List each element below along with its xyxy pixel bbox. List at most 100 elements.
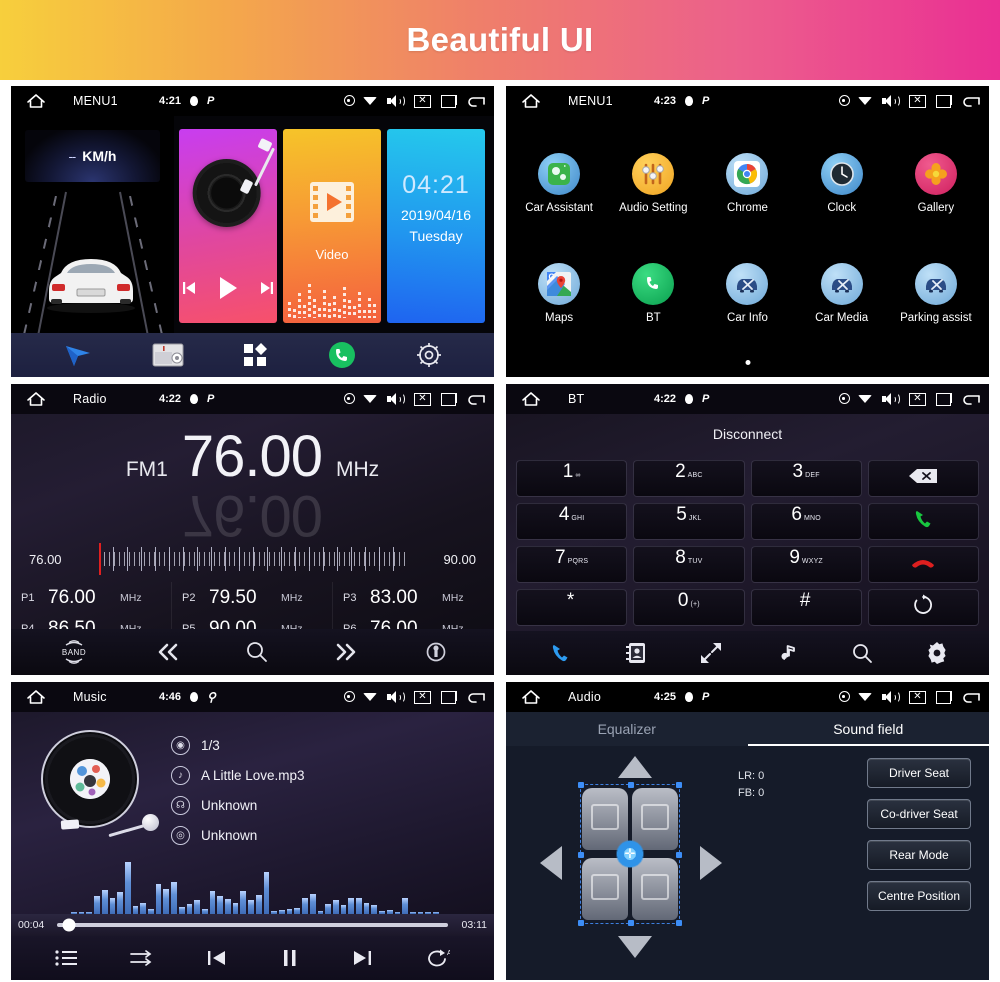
key-8[interactable]: 8 TUV xyxy=(633,546,745,583)
key-4[interactable]: 4 GHI xyxy=(516,503,628,540)
previous-icon[interactable] xyxy=(206,948,228,968)
key-5[interactable]: 5 JKL xyxy=(633,503,745,540)
scan-search-icon[interactable] xyxy=(245,640,269,664)
recent-apps-icon[interactable] xyxy=(441,690,457,704)
preset-item[interactable]: P3 83.00 MHz xyxy=(333,582,494,613)
driving-widget[interactable]: -- KM/h xyxy=(11,116,174,333)
bt-music-icon[interactable] xyxy=(776,642,798,664)
key-star[interactable]: * xyxy=(516,589,628,626)
app-car-media[interactable]: Car Media xyxy=(795,239,889,350)
key-sync[interactable] xyxy=(867,589,979,626)
seek-forward-icon[interactable] xyxy=(332,641,360,663)
key-3[interactable]: 3 DEF xyxy=(750,460,862,497)
key-call-answer[interactable] xyxy=(867,503,979,540)
preset-item[interactable]: P1 76.00 MHz xyxy=(11,582,172,613)
play-icon[interactable] xyxy=(217,276,239,305)
screen-radio[interactable]: Radio 4:22 P ✕ FM1 76.00 MHz xyxy=(11,384,494,675)
arrow-right-icon[interactable] xyxy=(700,846,722,880)
playlist-icon[interactable] xyxy=(55,949,78,967)
radio-icon[interactable] xyxy=(152,343,184,367)
arrow-left-icon[interactable] xyxy=(540,846,562,880)
progress-knob[interactable] xyxy=(62,918,76,932)
contacts-icon[interactable] xyxy=(625,642,646,664)
settings-icon[interactable] xyxy=(415,341,443,369)
recent-apps-icon[interactable] xyxy=(936,94,952,108)
repeat-all-icon[interactable]: A xyxy=(426,948,450,968)
back-icon[interactable] xyxy=(962,94,981,108)
close-icon[interactable]: ✕ xyxy=(909,392,926,406)
app-clock[interactable]: Clock xyxy=(795,128,889,239)
preset-item[interactable]: P2 79.50 MHz xyxy=(172,582,333,613)
recent-apps-icon[interactable] xyxy=(441,392,457,406)
video-card[interactable]: Video xyxy=(283,129,381,323)
recent-apps-icon[interactable] xyxy=(936,690,952,704)
progress-track[interactable] xyxy=(57,918,448,932)
screen-audio[interactable]: Audio 4:25 P ✕ Equalizer Sound field ✛ L… xyxy=(506,682,989,980)
app-car-info[interactable]: Car Info xyxy=(700,239,794,350)
search-icon[interactable] xyxy=(851,642,873,664)
key-7[interactable]: 7 PQRS xyxy=(516,546,628,583)
seat-layout[interactable]: ✛ xyxy=(578,782,682,926)
recent-apps-icon[interactable] xyxy=(441,94,457,108)
skip-previous-icon[interactable] xyxy=(181,280,197,301)
close-icon[interactable]: ✕ xyxy=(909,690,926,704)
screen-app-grid[interactable]: MENU1 4:23 P ✕ Car Assistant Audio Setti… xyxy=(506,86,989,377)
band-icon[interactable]: BAND xyxy=(57,639,91,665)
key-2[interactable]: 2 ABC xyxy=(633,460,745,497)
volume-icon[interactable] xyxy=(882,94,900,108)
home-icon[interactable] xyxy=(520,391,542,407)
driver-seat-button[interactable]: Driver Seat xyxy=(867,758,971,788)
close-icon[interactable]: ✕ xyxy=(909,94,926,108)
arrow-up-icon[interactable] xyxy=(618,756,652,778)
home-icon[interactable] xyxy=(25,689,47,705)
key-9[interactable]: 9 WXYZ xyxy=(750,546,862,583)
app-car-assistant[interactable]: Car Assistant xyxy=(512,128,606,239)
call-history-icon[interactable] xyxy=(699,641,723,665)
back-icon[interactable] xyxy=(467,392,486,406)
app-audio-setting[interactable]: Audio Setting xyxy=(606,128,700,239)
app-chrome[interactable]: Chrome xyxy=(700,128,794,239)
back-icon[interactable] xyxy=(467,690,486,704)
settings-icon[interactable] xyxy=(926,642,948,664)
phone-icon[interactable] xyxy=(328,341,356,369)
music-card[interactable] xyxy=(179,129,277,323)
screen-home[interactable]: MENU1 4:21 P ✕ -- KM/h Video 04:21 2019/… xyxy=(11,86,494,377)
next-icon[interactable] xyxy=(351,948,373,968)
key-backspace[interactable] xyxy=(867,460,979,497)
radio-tuning-scale[interactable]: 76.00 90.00 xyxy=(11,542,494,576)
play-mode-icon[interactable] xyxy=(129,949,154,967)
key-call-end[interactable] xyxy=(867,546,979,583)
app-parking-assist[interactable]: Parking assist xyxy=(889,239,983,350)
recent-apps-icon[interactable] xyxy=(936,392,952,406)
co-driver-seat-button[interactable]: Co-driver Seat xyxy=(867,799,971,829)
centre-position-button[interactable]: Centre Position xyxy=(867,881,971,911)
app-bt[interactable]: BT xyxy=(606,239,700,350)
volume-icon[interactable] xyxy=(387,94,405,108)
home-icon[interactable] xyxy=(25,93,47,109)
volume-icon[interactable] xyxy=(882,690,900,704)
tab-equalizer[interactable]: Equalizer xyxy=(506,712,748,746)
radio-settings-icon[interactable] xyxy=(423,639,449,665)
close-icon[interactable]: ✕ xyxy=(414,392,431,406)
screen-music[interactable]: Music 4:46 ⚲ ✕ ◉ 1/3 ♪ A Little Love.mp3… xyxy=(11,682,494,980)
back-icon[interactable] xyxy=(962,392,981,406)
key-6[interactable]: 6 MNO xyxy=(750,503,862,540)
dialer-icon[interactable] xyxy=(547,642,573,664)
tab-sound-field[interactable]: Sound field xyxy=(747,712,990,746)
screen-bt-dialer[interactable]: BT 4:22 P ✕ Disconnect 1 ∞ 2 ABC 3 DEF 4… xyxy=(506,384,989,675)
app-gallery[interactable]: Gallery xyxy=(889,128,983,239)
home-icon[interactable] xyxy=(25,391,47,407)
key-0[interactable]: 0 (+) xyxy=(633,589,745,626)
back-icon[interactable] xyxy=(467,94,486,108)
apps-icon[interactable] xyxy=(243,342,269,368)
back-icon[interactable] xyxy=(962,690,981,704)
page-indicator-dot[interactable] xyxy=(745,360,750,365)
sound-focus-handle[interactable]: ✛ xyxy=(616,840,644,868)
volume-icon[interactable] xyxy=(387,392,405,406)
key-hash[interactable]: # xyxy=(750,589,862,626)
rear-mode-button[interactable]: Rear Mode xyxy=(867,840,971,870)
tuning-cursor[interactable] xyxy=(99,543,101,575)
playback-progress[interactable]: 00:04 03:11 xyxy=(11,914,494,936)
clock-card[interactable]: 04:21 2019/04/16 Tuesday xyxy=(387,129,485,323)
close-icon[interactable]: ✕ xyxy=(414,94,431,108)
